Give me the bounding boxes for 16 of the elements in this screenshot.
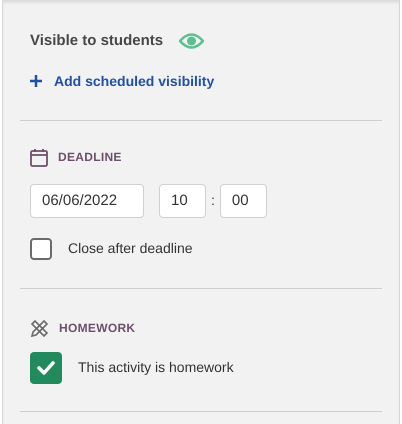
time-separator: : <box>211 191 215 210</box>
date-field[interactable]: 06/06/2022 <box>30 184 144 218</box>
checkmark-icon <box>37 360 55 374</box>
homework-heading: HOMEWORK <box>59 320 136 337</box>
add-scheduled-visibility-link[interactable]: Add scheduled visibility <box>30 70 214 92</box>
deadline-heading: DEADLINE <box>58 149 122 166</box>
pencil-ruler-icon <box>30 318 49 338</box>
hour-field[interactable]: 10 <box>159 184 206 218</box>
visibility-title: Visible to students <box>30 31 164 51</box>
minute-field[interactable]: 00 <box>220 184 267 218</box>
checkbox[interactable] <box>30 238 52 260</box>
close-after-deadline-label: Close after deadline <box>68 239 193 258</box>
calendar-icon <box>30 148 48 166</box>
checkbox[interactable] <box>30 352 62 384</box>
homework-option-label: This activity is homework <box>78 358 234 377</box>
plus-icon <box>30 75 42 87</box>
